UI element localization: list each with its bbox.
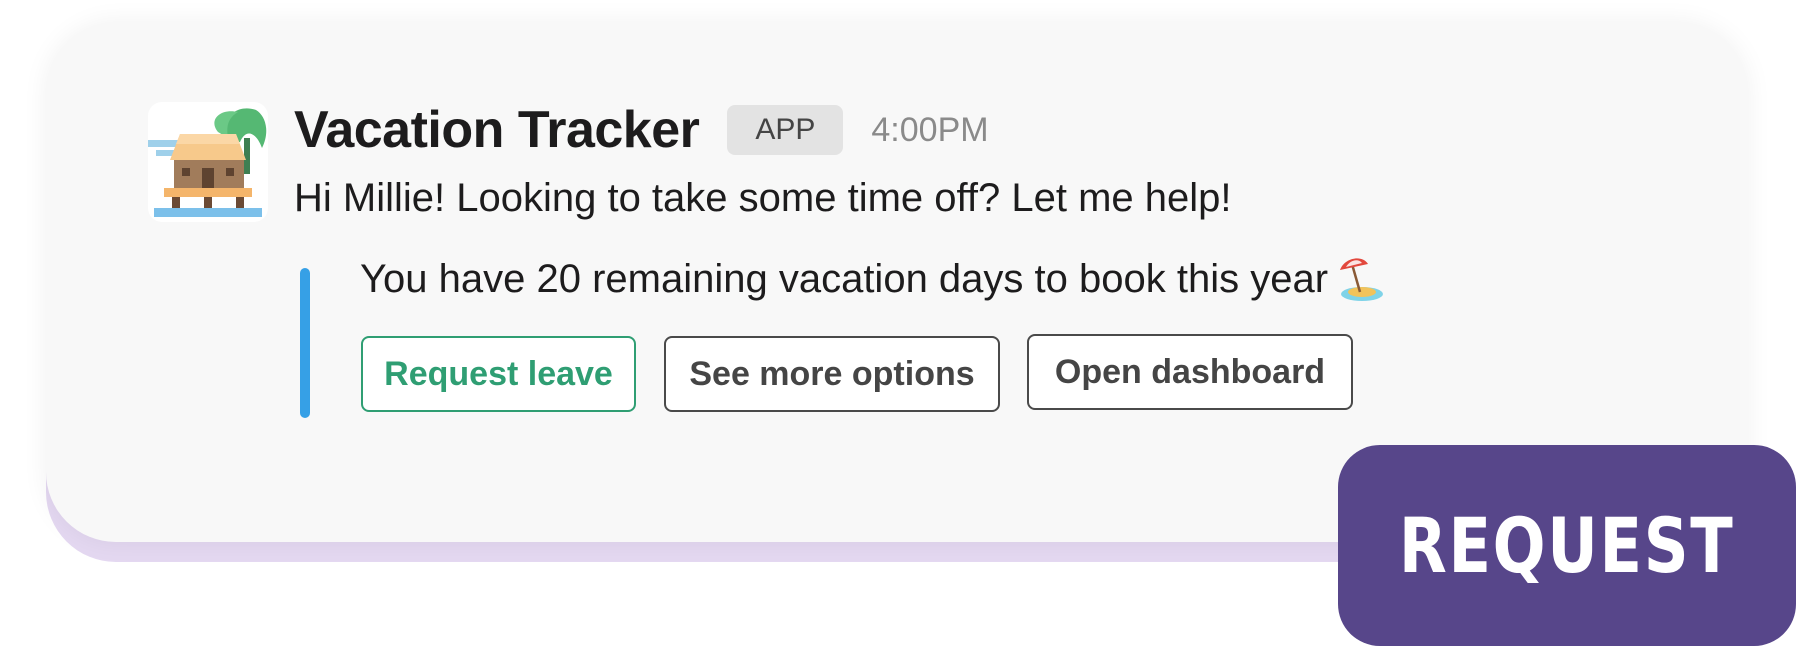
app-badge: APP: [727, 105, 844, 155]
attachment-line: You have 20 remaining vacation days to b…: [360, 256, 1384, 302]
sender-name[interactable]: Vacation Tracker: [294, 100, 700, 160]
vacation-hut-icon: [148, 108, 267, 217]
app-avatar[interactable]: [148, 102, 268, 222]
see-more-options-button[interactable]: See more options: [664, 336, 1000, 412]
request-overlay-badge: REQUEST: [1338, 445, 1796, 646]
message-text: Hi Millie! Looking to take some time off…: [294, 176, 1232, 220]
message-timestamp[interactable]: 4:00PM: [871, 111, 988, 150]
message-header: Vacation Tracker APP 4:00PM: [294, 98, 989, 162]
open-dashboard-button[interactable]: Open dashboard: [1027, 334, 1353, 410]
request-overlay-label: REQUEST: [1399, 501, 1735, 590]
request-leave-button[interactable]: Request leave: [361, 336, 636, 412]
attachment-accent-bar: [300, 268, 310, 418]
beach-umbrella-icon: [1338, 256, 1384, 302]
remaining-days-text: You have 20 remaining vacation days to b…: [360, 256, 1329, 301]
screen: Vacation Tracker APP 4:00PM Hi Millie! L…: [0, 0, 1796, 646]
